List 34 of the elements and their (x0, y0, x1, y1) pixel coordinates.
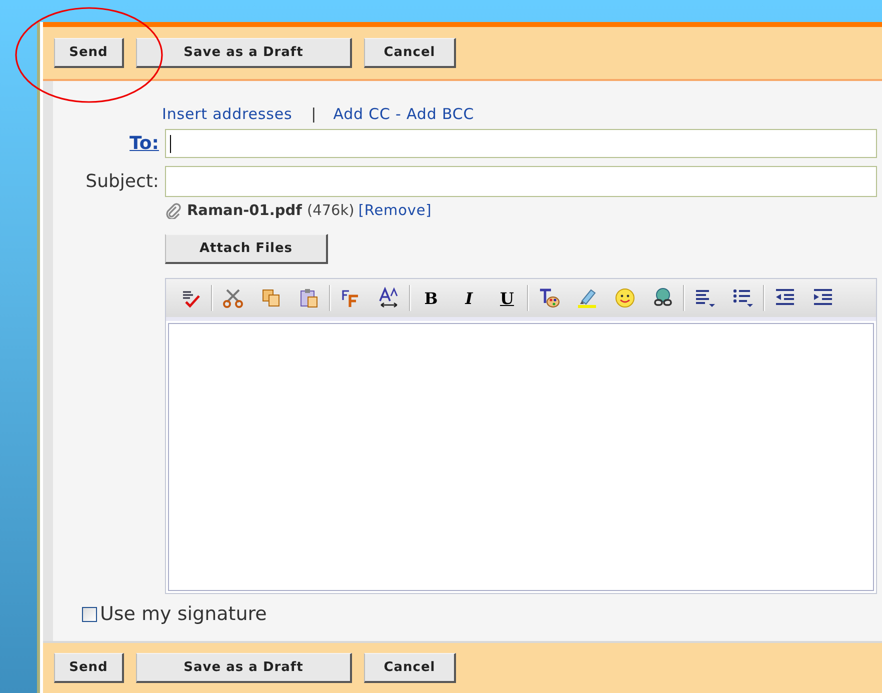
save-draft-button[interactable]: Save as a Draft (136, 653, 352, 683)
cancel-button[interactable]: Cancel (364, 38, 456, 68)
insert-addresses-link[interactable]: Insert addresses (162, 105, 292, 123)
to-field[interactable] (165, 129, 877, 158)
message-body-field[interactable] (168, 323, 874, 591)
to-link[interactable]: To: (130, 133, 159, 154)
globe-link-icon (652, 287, 674, 309)
attachment-size: (476k) (306, 203, 354, 219)
subject-label: Subject: (86, 171, 159, 192)
font-size-icon (378, 287, 400, 309)
bullet-list-icon (732, 287, 754, 309)
attachment-name: Raman-01.pdf (187, 203, 302, 219)
highlighter-icon (576, 287, 598, 309)
cancel-button[interactable]: Cancel (364, 653, 456, 683)
paste-icon (298, 287, 320, 309)
copy-icon (260, 287, 282, 309)
signature-label: Use my signature (100, 603, 267, 625)
send-button[interactable]: Send (54, 653, 124, 683)
remove-link[interactable]: [Remove] (358, 203, 432, 219)
palette-icon (538, 287, 560, 309)
paperclip-icon (165, 203, 181, 219)
align-icon (694, 287, 716, 309)
attach-files-button[interactable]: Attach Files (165, 234, 328, 264)
save-draft-button[interactable]: Save as a Draft (136, 38, 352, 68)
signature-checkbox[interactable] (82, 606, 97, 622)
add-cc-bcc-link[interactable]: Add CC - Add BCC (333, 105, 474, 123)
link-separator: | (311, 105, 316, 123)
smiley-icon (614, 287, 636, 309)
italic-button[interactable]: I (450, 283, 488, 313)
scissors-icon (222, 287, 244, 309)
underline-button[interactable]: U (488, 283, 526, 313)
send-button[interactable]: Send (54, 38, 124, 68)
subject-field[interactable] (165, 166, 877, 197)
bold-button[interactable]: B (412, 283, 450, 313)
